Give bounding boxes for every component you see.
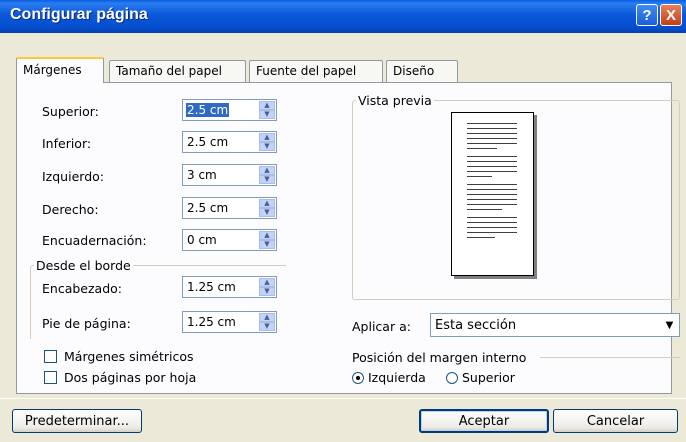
spin-up-icon[interactable]: ▲ — [259, 278, 275, 287]
footer-separator — [0, 398, 686, 399]
posicion-title: Posición del margen interno — [352, 350, 527, 365]
margenes-simetricos-label[interactable]: Márgenes simétricos — [64, 349, 194, 364]
margenes-simetricos-checkbox[interactable] — [44, 350, 57, 363]
posicion-separator — [540, 357, 680, 358]
close-button[interactable]: X — [660, 4, 682, 26]
encuadernacion-value[interactable]: 0 cm — [186, 233, 218, 247]
window-title: Configurar página — [10, 6, 148, 23]
encabezado-spinner[interactable]: 1.25 cm ▲ ▼ — [182, 276, 277, 298]
inferior-label: Inferior: — [42, 136, 92, 151]
help-icon: ? — [642, 6, 652, 24]
spin-down-icon[interactable]: ▼ — [259, 240, 275, 249]
aplicar-label: Aplicar a: — [352, 319, 411, 334]
izquierdo-label: Izquierdo: — [42, 169, 104, 184]
spin-down-icon[interactable]: ▼ — [259, 175, 275, 184]
spin-down-icon[interactable]: ▼ — [259, 322, 275, 331]
chevron-down-icon[interactable]: ▼ — [661, 315, 678, 335]
spin-up-icon[interactable]: ▲ — [259, 231, 275, 240]
tab-fuente-papel[interactable]: Fuente del papel — [249, 60, 383, 82]
superior-label: Superior: — [42, 104, 99, 119]
izquierda-radio[interactable] — [352, 372, 364, 384]
tab-diseno[interactable]: Diseño — [386, 60, 458, 82]
derecho-spinner[interactable]: 2.5 cm ▲ ▼ — [182, 197, 277, 219]
izquierdo-spinner[interactable]: 3 cm ▲ ▼ — [182, 164, 277, 186]
izquierdo-value[interactable]: 3 cm — [186, 168, 218, 182]
derecho-label: Derecho: — [42, 202, 99, 217]
spin-down-icon[interactable]: ▼ — [259, 208, 275, 217]
superior-radio-label[interactable]: Superior — [462, 370, 515, 385]
pie-label: Pie de página: — [42, 316, 131, 331]
spin-up-icon[interactable]: ▲ — [259, 166, 275, 175]
encabezado-value[interactable]: 1.25 cm — [186, 280, 237, 294]
spin-up-icon[interactable]: ▲ — [259, 101, 275, 110]
preview-page — [451, 112, 534, 276]
encuadernacion-spinner[interactable]: 0 cm ▲ ▼ — [182, 229, 277, 251]
superior-value[interactable]: 2.5 cm — [186, 103, 230, 117]
aplicar-value[interactable]: Esta sección — [435, 318, 516, 333]
spin-up-icon[interactable]: ▲ — [259, 199, 275, 208]
tab-tamano-papel[interactable]: Tamaño del papel — [109, 60, 246, 82]
cancelar-button[interactable]: Cancelar — [553, 409, 678, 433]
spin-down-icon[interactable]: ▼ — [259, 287, 275, 296]
title-bar[interactable]: Configurar página ? X — [0, 0, 686, 33]
spin-down-icon[interactable]: ▼ — [259, 142, 275, 151]
dos-paginas-checkbox[interactable] — [44, 371, 57, 384]
close-icon: X — [665, 6, 676, 24]
superior-spinner[interactable]: 2.5 cm ▲ ▼ — [182, 99, 277, 121]
inferior-value[interactable]: 2.5 cm — [186, 135, 229, 149]
spin-up-icon[interactable]: ▲ — [259, 133, 275, 142]
encuadernacion-label: Encuadernación: — [42, 233, 147, 248]
pie-spinner[interactable]: 1.25 cm ▲ ▼ — [182, 311, 277, 333]
preview-title: Vista previa — [356, 93, 434, 108]
tab-margenes[interactable]: Márgenes — [16, 57, 104, 83]
spin-up-icon[interactable]: ▲ — [259, 313, 275, 322]
encabezado-label: Encabezado: — [42, 281, 122, 296]
aceptar-button[interactable]: Aceptar — [419, 409, 549, 433]
aplicar-select[interactable]: Esta sección ▼ — [430, 313, 680, 337]
inferior-spinner[interactable]: 2.5 cm ▲ ▼ — [182, 131, 277, 153]
desde-borde-title: Desde el borde — [34, 258, 133, 273]
spin-down-icon[interactable]: ▼ — [259, 110, 275, 119]
help-button[interactable]: ? — [636, 4, 658, 26]
dos-paginas-label[interactable]: Dos páginas por hoja — [64, 370, 196, 385]
derecho-value[interactable]: 2.5 cm — [186, 201, 229, 215]
pie-value[interactable]: 1.25 cm — [186, 315, 237, 329]
predeterminar-button[interactable]: Predeterminar... — [12, 409, 142, 433]
izquierda-label[interactable]: Izquierda — [368, 370, 426, 385]
superior-radio[interactable] — [446, 372, 458, 384]
